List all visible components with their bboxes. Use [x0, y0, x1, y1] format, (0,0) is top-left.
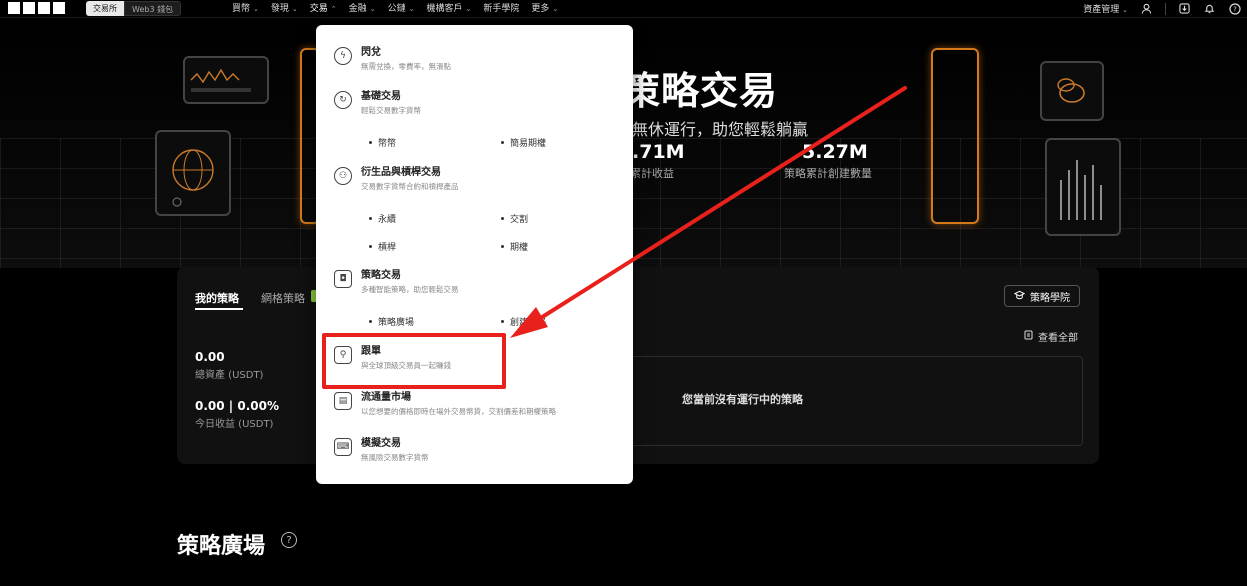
submenu-options[interactable]: 期權 [501, 240, 528, 253]
asset-management-menu[interactable]: 資產管理 ⌄ [1083, 2, 1128, 15]
tab-grid-strategy[interactable]: 網格策略 [261, 290, 305, 306]
chart-icon: ▤ [334, 392, 352, 410]
nav-learn[interactable]: 新手學院 [477, 0, 525, 17]
bell-icon[interactable] [1203, 2, 1216, 15]
top-nav: 交易所 Web3 錢包 買幣 ⌄ 發現 ⌄ 交易 ⌃ 金融 ⌄ 公鏈 ⌄ 機構客戶 ⌄ 新手… [0, 0, 1247, 18]
chevron-down-icon: ⌄ [253, 4, 259, 13]
hero-title: 策略交易 [622, 69, 779, 113]
nav-institutional[interactable]: 機構客戶 ⌄ [420, 0, 477, 17]
help-icon[interactable]: ? [1228, 2, 1241, 15]
chevron-down-icon: ⌄ [552, 4, 559, 13]
chevron-down-icon: ⌄ [291, 4, 298, 13]
nav-public-chain[interactable]: 公鏈 ⌄ [382, 0, 421, 17]
stat-created-label: 策略累計創建數量 [784, 167, 872, 180]
okx-logo[interactable] [8, 2, 66, 15]
menu-item-liquidity-market[interactable]: ▤ 流通量市場 以您想要的價格即時在場外交易幣貨，交割價差和期權策略 [334, 392, 556, 418]
coin-machine-decoration [1040, 61, 1104, 121]
menu-item-strategy-trading[interactable]: ◘ 策略交易 多種智能策略，助您輕鬆交易 [334, 270, 459, 296]
view-all-link[interactable]: 查看全部 [1024, 329, 1078, 344]
active-tab-underline [195, 308, 243, 310]
stat-created-value: 5.27M [802, 141, 868, 163]
monitor-decoration [183, 56, 269, 104]
gamepad-icon: ⌨ [334, 438, 352, 456]
nav-trade[interactable]: 交易 ⌃ [304, 0, 343, 17]
help-icon[interactable]: ? [281, 532, 297, 548]
menu-item-flash-swap[interactable]: ϟ 閃兌 無需兌換，零費率，無滑點 [334, 47, 451, 73]
nav-buy-crypto[interactable]: 買幣 ⌄ [226, 0, 265, 17]
nav-more[interactable]: 更多 ⌄ [525, 0, 564, 17]
user-icon[interactable] [1140, 2, 1153, 15]
refresh-icon: ↻ [334, 91, 352, 109]
lightning-icon: ϟ [334, 47, 352, 65]
main-menu: 買幣 ⌄ 發現 ⌄ 交易 ⌃ 金融 ⌄ 公鏈 ⌄ 機構客戶 ⌄ 新手學院 更多 ⌄ [226, 0, 564, 17]
total-assets-label: 總資產 (USDT) [195, 370, 264, 381]
chevron-down-icon: ⌄ [408, 4, 415, 13]
chevron-up-icon: ⌃ [330, 4, 337, 13]
nav-discover[interactable]: 發現 ⌄ [265, 0, 304, 17]
submenu-easy-options[interactable]: 簡易期權 [501, 136, 546, 149]
tab-my-strategy[interactable]: 我的策略 [195, 290, 239, 306]
graduation-cap-icon [1013, 290, 1026, 303]
nav-right: 資產管理 ⌄ ? [1083, 0, 1241, 17]
chevron-down-icon: ⌄ [369, 4, 376, 13]
people-icon: ⚇ [334, 167, 352, 185]
submenu-margin[interactable]: 槓桿 [369, 240, 396, 253]
seg-exchange[interactable]: 交易所 [86, 1, 124, 16]
download-icon[interactable] [1178, 2, 1191, 15]
trade-dropdown-menu: ϟ 閃兌 無需兌換，零費率，無滑點 ↻ 基礎交易 輕鬆交易數字貨幣 幣幣 簡易期權 … [316, 25, 633, 484]
hero-subtitle: 無休運行，助您輕鬆躺贏 [632, 120, 809, 139]
stat-earnings-value: .71M [632, 141, 685, 163]
svg-text:?: ? [1233, 5, 1237, 13]
strategy-square-title: 策略廣場 [177, 534, 266, 559]
submenu-strategy-square[interactable]: 策略廣場 [369, 315, 414, 328]
submenu-spot[interactable]: 幣幣 [369, 136, 396, 149]
chevron-down-icon: ⌄ [465, 4, 472, 13]
strategy-academy-button[interactable]: 策略學院 [1004, 285, 1080, 307]
empty-state-message: 您當前沒有運行中的策略 [682, 393, 803, 406]
menu-item-basic-trading[interactable]: ↻ 基礎交易 輕鬆交易數字貨幣 [334, 91, 421, 117]
nav-finance[interactable]: 金融 ⌄ [343, 0, 382, 17]
seg-web3-wallet[interactable]: Web3 錢包 [124, 1, 182, 16]
product-switch: 交易所 Web3 錢包 [86, 1, 182, 16]
menu-item-demo-trading[interactable]: ⌨ 模擬交易 無風險交易數字貨幣 [334, 438, 429, 464]
submenu-create-strategy[interactable]: 創建策略 [501, 315, 546, 328]
divider [1165, 2, 1166, 15]
robot-icon: ◘ [334, 270, 352, 288]
submenu-perpetual[interactable]: 永續 [369, 212, 396, 225]
menu-item-derivatives[interactable]: ⚇ 衍生品與槓桿交易 交易數字貨幣合約和槓桿產品 [334, 167, 459, 193]
today-earnings-value: 0.00 | 0.00% [195, 399, 279, 413]
globe-machine-decoration [155, 130, 231, 216]
bars-machine-decoration [1045, 138, 1121, 236]
document-icon [1024, 330, 1033, 343]
highlight-box-copy-trading [322, 333, 506, 389]
today-earnings-label: 今日收益 (USDT) [195, 419, 274, 430]
total-assets-value: 0.00 [195, 350, 225, 364]
submenu-futures[interactable]: 交割 [501, 212, 528, 225]
orange-frame-right [931, 48, 979, 224]
